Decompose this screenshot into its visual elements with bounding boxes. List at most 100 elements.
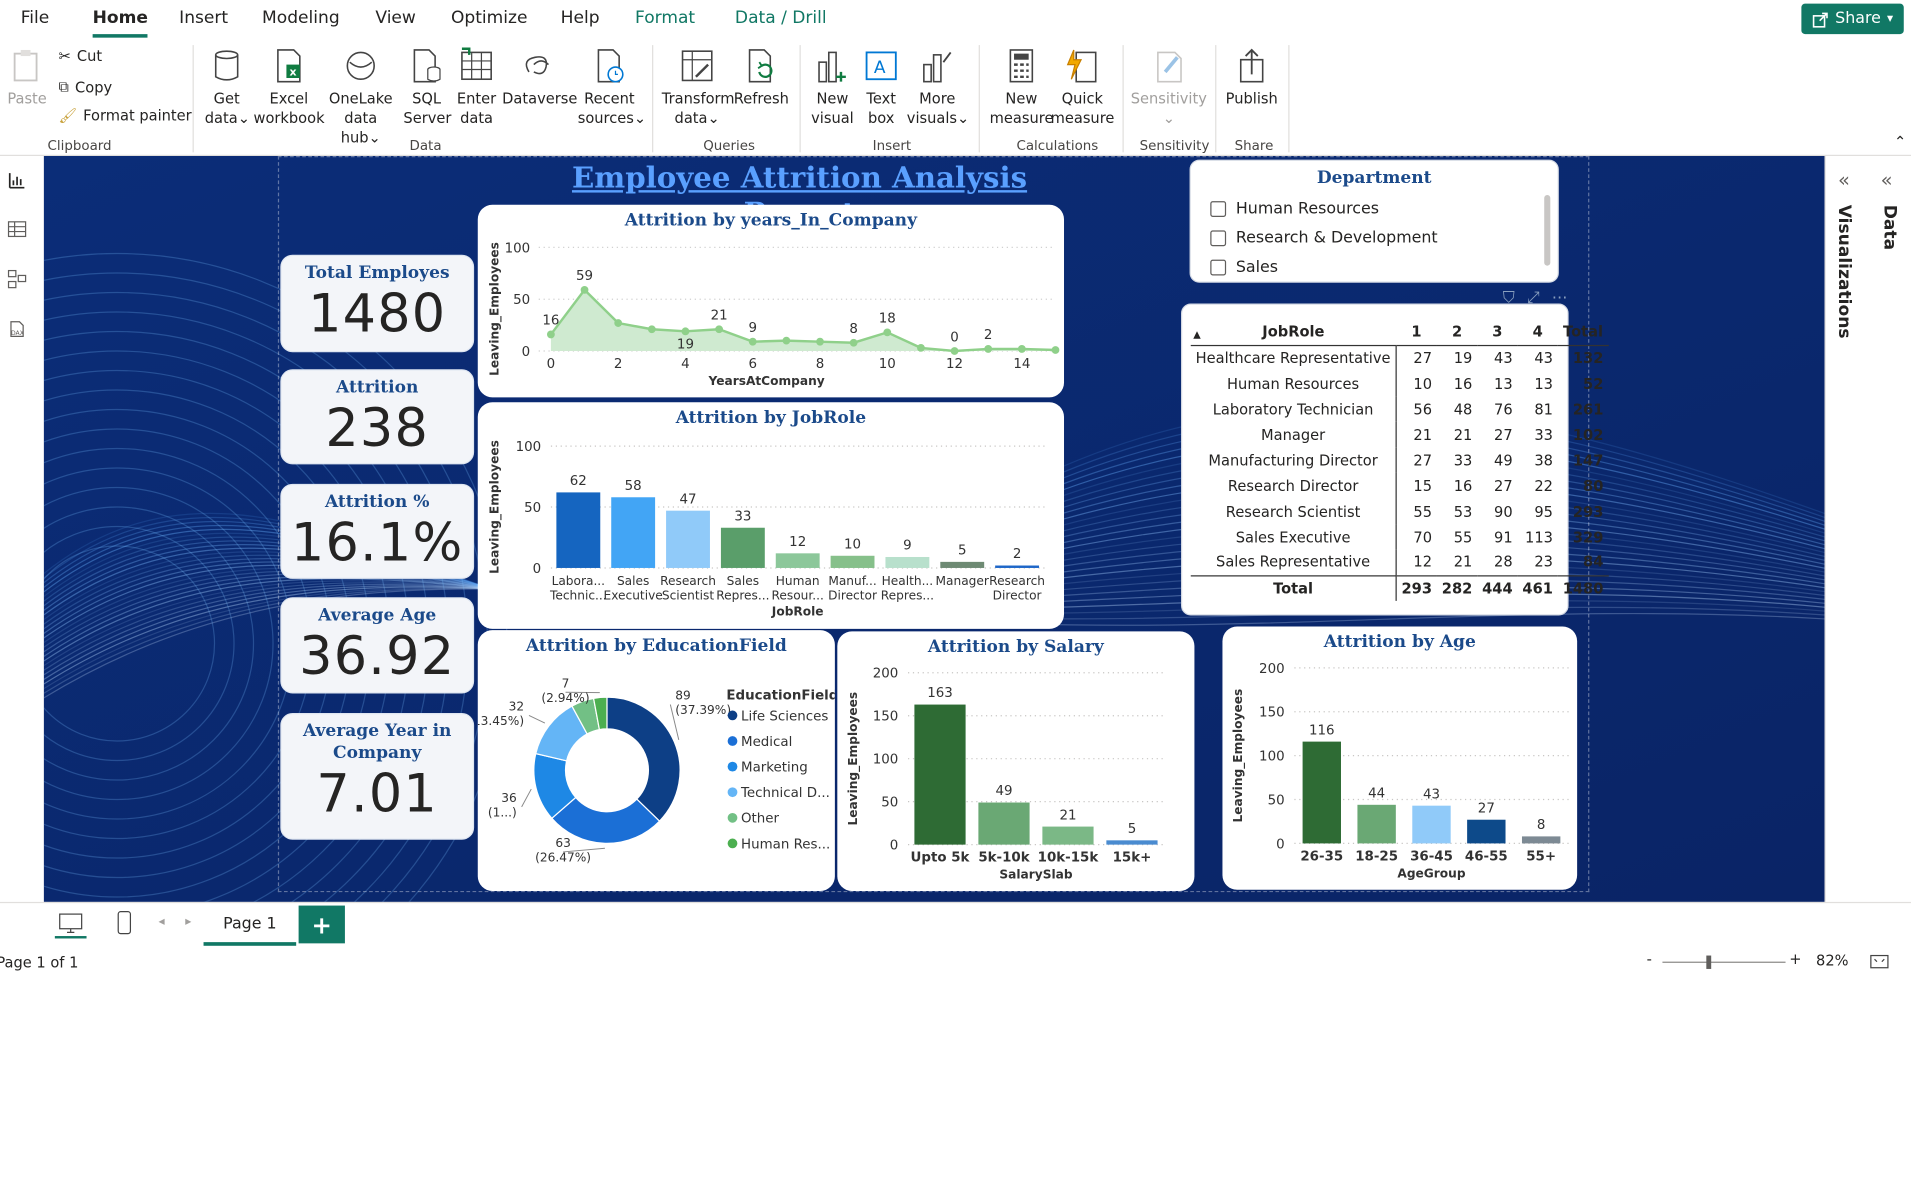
kpi-value: 1480 <box>282 284 473 345</box>
data-point <box>715 325 723 333</box>
copy-button[interactable]: ⧉Copy <box>59 78 113 96</box>
model-view-icon[interactable] <box>7 269 27 289</box>
chart-title: Attrition by Salary <box>837 637 1194 657</box>
expand-visualizations-icon[interactable]: « <box>1838 168 1850 191</box>
get-data-button[interactable]: Getdata⌄ <box>205 48 249 128</box>
cut-button[interactable]: ✂Cut <box>59 48 103 65</box>
slicer-option-sales[interactable]: Sales <box>1210 258 1278 276</box>
matrix-row[interactable]: Human Resources1016131352 <box>1191 371 1609 397</box>
format-painter-button[interactable]: 🖌Format painter <box>59 107 192 124</box>
kpi-attrition-card[interactable]: Attrition 238 <box>280 369 474 464</box>
slicer-scrollbar[interactable] <box>1544 195 1550 266</box>
text-box-icon: A <box>863 48 900 85</box>
matrix-header-3[interactable]: 3 <box>1477 319 1517 345</box>
slicer-option-human-resources[interactable]: Human Resources <box>1210 200 1379 218</box>
legend-item: Life Sciences <box>741 709 828 724</box>
sql-server-button[interactable]: SQLServer <box>403 48 449 128</box>
matrix-row[interactable]: Healthcare Representative27194343132 <box>1191 345 1609 371</box>
chart-panel-salary[interactable]: Attrition by Salary 050100150200163Upto … <box>837 631 1194 891</box>
visualizations-pane-tab[interactable]: Visualizations <box>1834 205 1854 339</box>
zoom-slider[interactable] <box>1662 962 1785 963</box>
text-box-button[interactable]: A Textbox <box>860 48 901 128</box>
menu-insert[interactable]: Insert <box>179 9 228 29</box>
expand-data-icon[interactable]: « <box>1881 168 1893 191</box>
matrix-header-1[interactable]: 1 <box>1396 319 1437 345</box>
page-tab[interactable]: Page 1 <box>204 906 297 946</box>
new-visual-label-2: visual <box>809 108 855 128</box>
publish-button[interactable]: Publish <box>1224 48 1280 109</box>
matrix-header-4[interactable]: 4 <box>1518 319 1558 345</box>
menu-format[interactable]: Format <box>635 9 695 29</box>
table-view-icon[interactable] <box>7 219 27 239</box>
more-visuals-button[interactable]: Morevisuals⌄ <box>907 48 968 128</box>
report-canvas[interactable]: Employee Attrition Analysis Report Total… <box>44 156 1825 902</box>
x-tick-label: 15k+ <box>1113 851 1152 866</box>
scroll-left-icon[interactable]: ◂ <box>158 915 164 928</box>
x-tick-label: Upto 5k <box>911 851 971 866</box>
matrix-row[interactable]: Laboratory Technician56487681261 <box>1191 396 1609 422</box>
jobrole-matrix[interactable]: ▲JobRole 1 2 3 4 Total Healthcare Repres… <box>1181 303 1569 615</box>
paste-button[interactable]: Paste <box>7 48 46 109</box>
menu-home[interactable]: Home <box>93 9 148 29</box>
chart-panel-age[interactable]: Attrition by Age 05010015020011626-35441… <box>1222 626 1577 889</box>
matrix-header-jobrole[interactable]: ▲JobRole <box>1191 319 1396 345</box>
zoom-out-icon[interactable]: - <box>1647 951 1652 968</box>
menu-file[interactable]: File <box>21 9 50 29</box>
kpi-average-age-card[interactable]: Average Age 36.92 <box>280 597 474 693</box>
transform-data-button[interactable]: Transformdata⌄ <box>662 48 733 128</box>
matrix-row[interactable]: Research Scientist55539095293 <box>1191 498 1609 524</box>
sensitivity-button[interactable]: Sensitivity⌄ <box>1130 48 1208 128</box>
dataverse-button[interactable]: Dataverse <box>502 48 573 109</box>
menu-modeling[interactable]: Modeling <box>262 9 340 29</box>
enter-data-label-1: Enter <box>456 89 497 109</box>
menu-view[interactable]: View <box>375 9 416 29</box>
matrix-row[interactable]: Research Director1516272280 <box>1191 473 1609 499</box>
kpi-attrition-percent-card[interactable]: Attrition % 16.1% <box>280 484 474 579</box>
chart-panel-years[interactable]: Attrition by years_In_Company 0501001659… <box>478 205 1064 398</box>
checkbox[interactable] <box>1210 260 1226 276</box>
kpi-total-employees-card[interactable]: Total Employes 1480 <box>280 255 474 353</box>
share-button[interactable]: Share ▾ <box>1801 4 1903 34</box>
matrix-header-total[interactable]: Total <box>1558 319 1608 345</box>
chart-panel-education[interactable]: Attrition by EducationField 89(37.39%)63… <box>478 630 835 891</box>
report-view-icon[interactable] <box>7 171 27 191</box>
desktop-layout-icon[interactable] <box>59 913 83 935</box>
collapse-ribbon-icon[interactable]: ⌃ <box>1894 133 1906 150</box>
matrix-row[interactable]: Sales Representative1221282384 <box>1191 550 1609 576</box>
add-page-button[interactable]: + <box>299 906 345 944</box>
fit-to-page-icon[interactable] <box>1870 954 1890 969</box>
department-slicer[interactable]: Department Human Resources Research & De… <box>1190 160 1559 283</box>
zoom-in-icon[interactable]: + <box>1789 951 1801 968</box>
checkbox[interactable] <box>1210 201 1226 217</box>
x-tick-label: Technic... <box>549 589 607 603</box>
matrix-row[interactable]: Sales Executive705591113329 <box>1191 524 1609 550</box>
scroll-right-icon[interactable]: ▸ <box>185 915 191 928</box>
data-pane-tab[interactable]: Data <box>1879 205 1899 250</box>
menu-help[interactable]: Help <box>561 9 600 29</box>
zoom-level[interactable]: 82% <box>1816 952 1849 969</box>
mobile-layout-icon[interactable] <box>116 910 133 934</box>
bar <box>1467 820 1505 844</box>
kpi-average-year-card[interactable]: Average Year in Company 7.01 <box>280 713 474 840</box>
menu-optimize[interactable]: Optimize <box>451 9 528 29</box>
recent-sources-button[interactable]: Recentsources⌄ <box>578 48 641 128</box>
enter-data-button[interactable]: Enterdata <box>456 48 497 128</box>
excel-workbook-button[interactable]: x Excelworkbook <box>254 48 325 128</box>
matrix-row[interactable]: Manufacturing Director27334938147 <box>1191 447 1609 473</box>
new-measure-button[interactable]: Newmeasure <box>990 48 1053 128</box>
dax-query-view-icon[interactable]: DAX <box>7 319 27 339</box>
sensitivity-group-label: Sensitivity <box>1140 138 1210 154</box>
quick-measure-button[interactable]: Quickmeasure <box>1051 48 1114 128</box>
menu-data-drill[interactable]: Data / Drill <box>735 9 827 29</box>
matrix-row[interactable]: Manager21212733102 <box>1191 422 1609 448</box>
refresh-button[interactable]: Refresh <box>734 48 788 109</box>
onelake-data-hub-button[interactable]: OneLakedata hub⌄ <box>324 48 397 148</box>
x-tick-label: 18-25 <box>1355 849 1398 864</box>
checkbox[interactable] <box>1210 230 1226 246</box>
new-visual-button[interactable]: Newvisual <box>809 48 855 128</box>
zoom-slider-thumb[interactable] <box>1706 956 1711 969</box>
slicer-option-research-development[interactable]: Research & Development <box>1210 229 1437 247</box>
chart-panel-jobrole[interactable]: Attrition by JobRole 05010062Labora...Te… <box>478 402 1064 629</box>
matrix-header-2[interactable]: 2 <box>1437 319 1477 345</box>
data-label: 163 <box>927 686 953 701</box>
